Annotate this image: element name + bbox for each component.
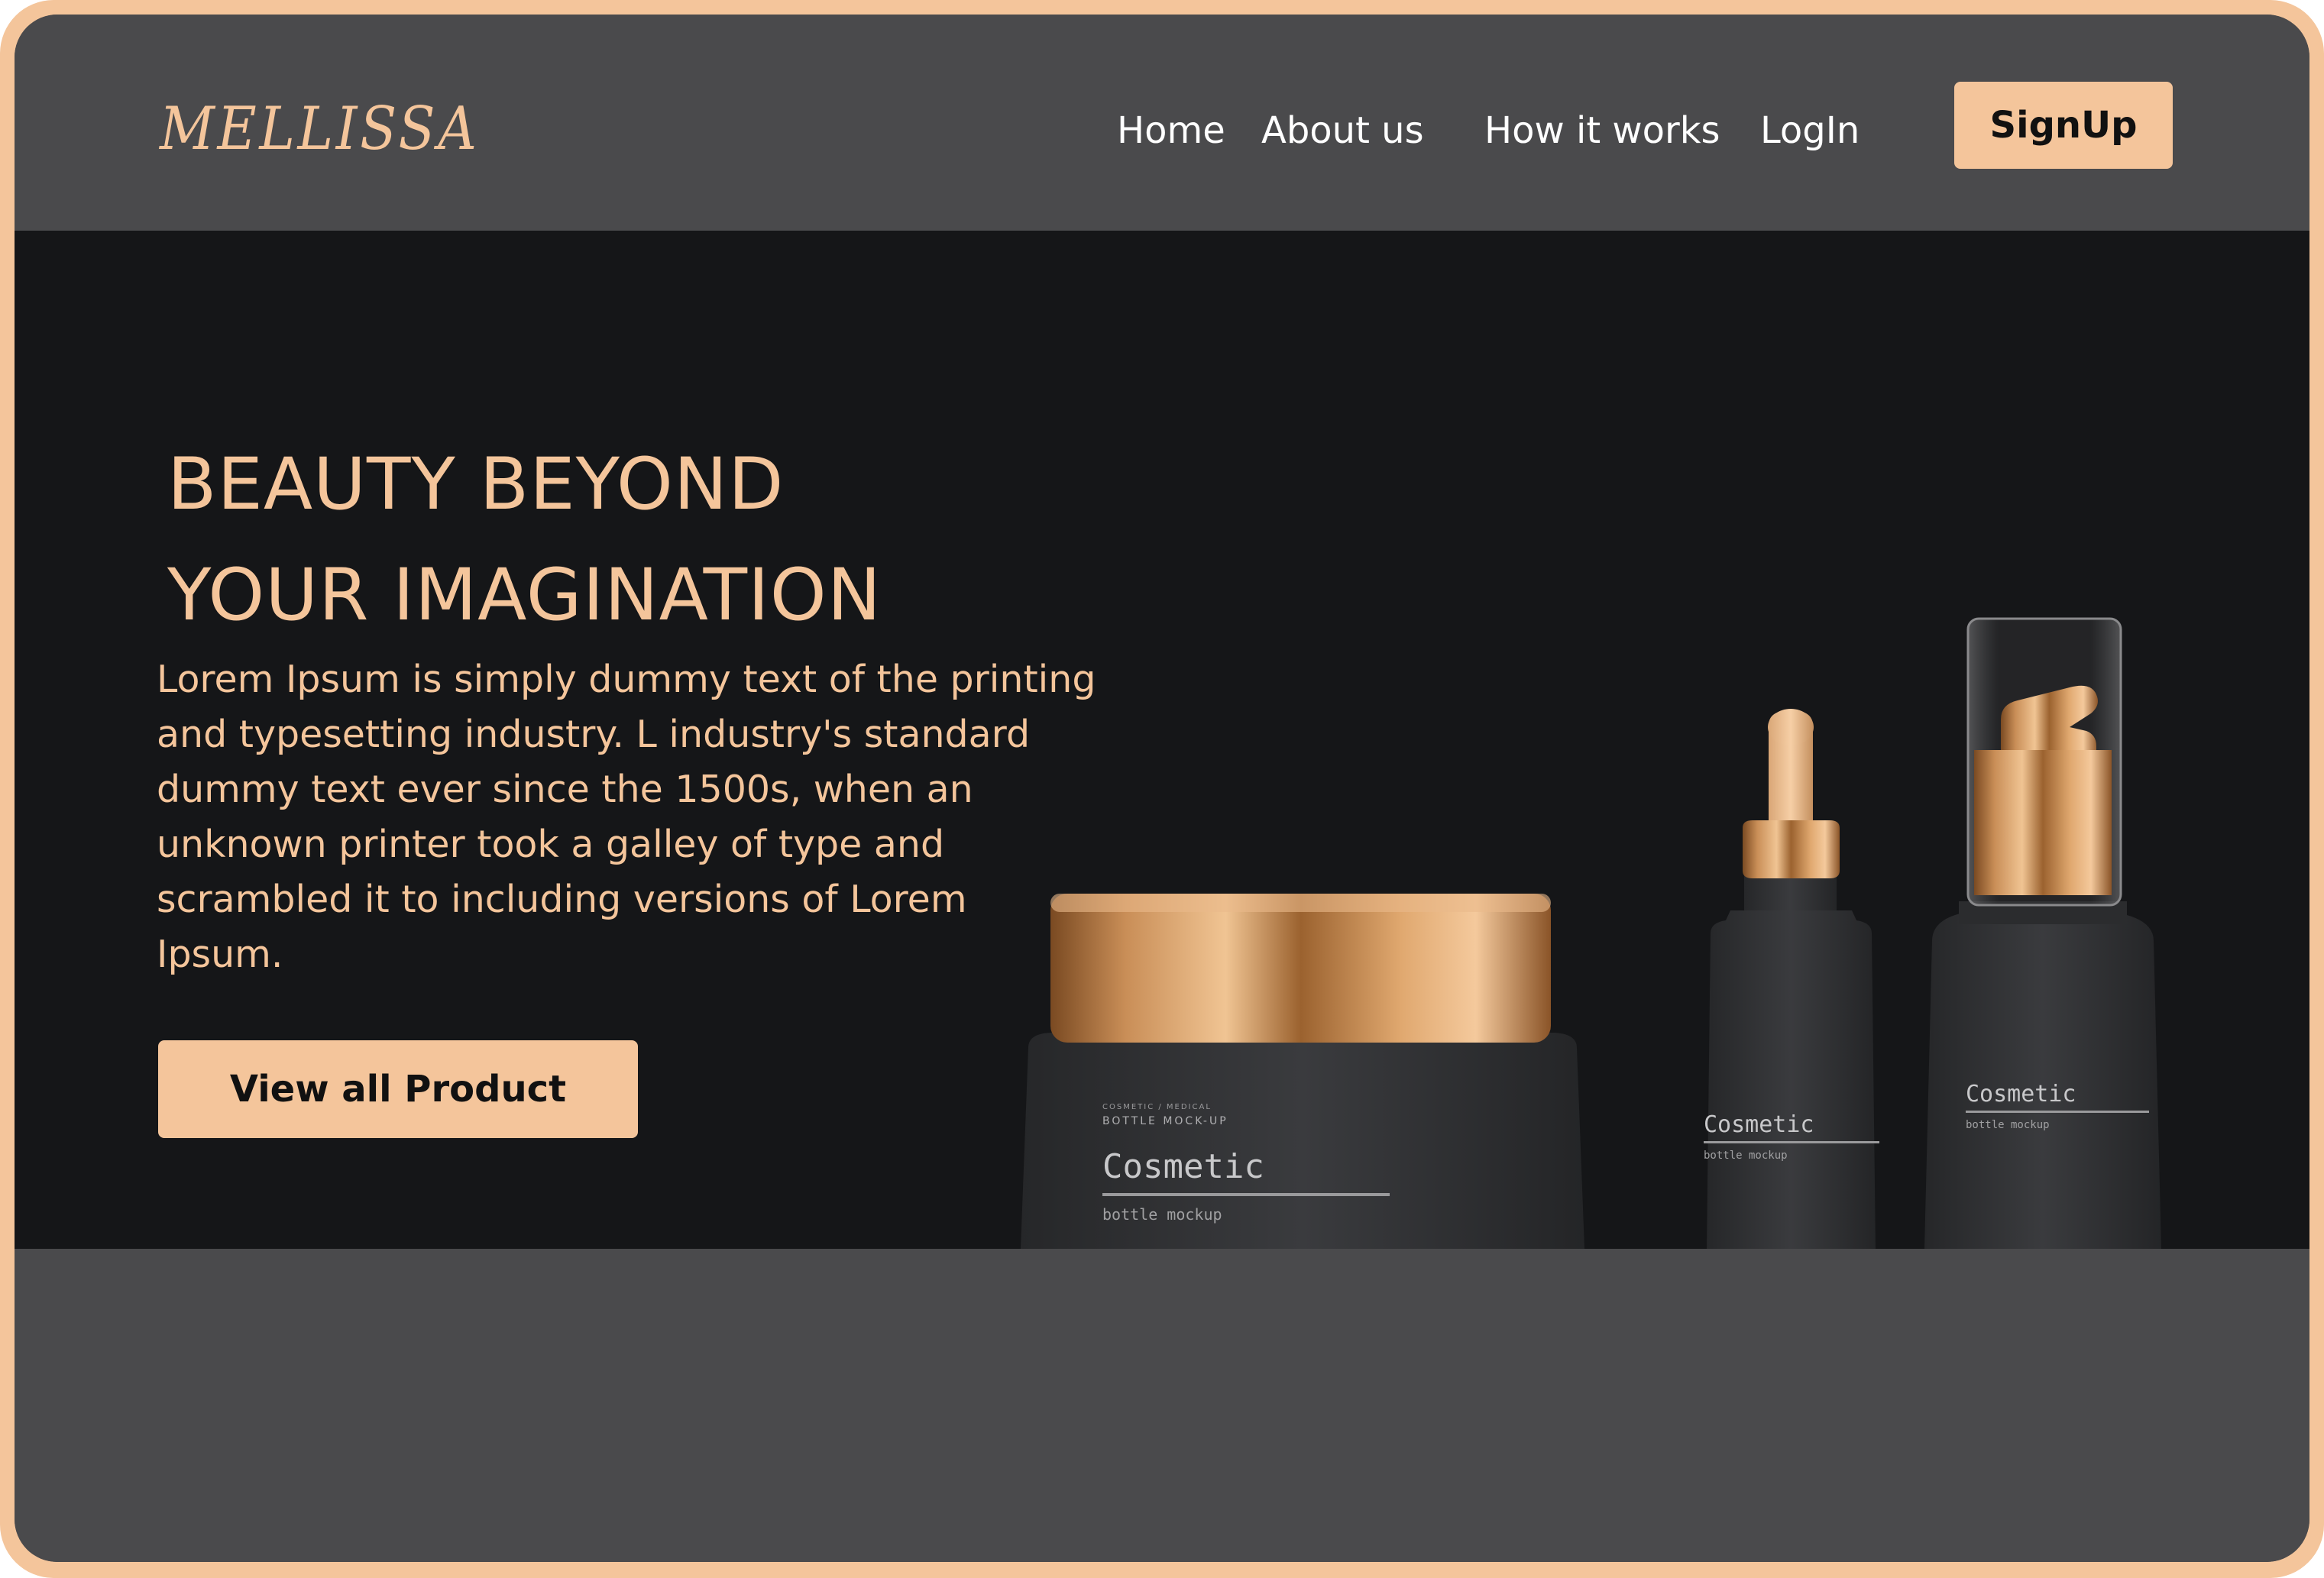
jar-label-sub: BOTTLE MOCK-UP [1102, 1115, 1228, 1127]
product-image: COSMETIC / MEDICAL BOTTLE MOCK-UP Cosmet… [1021, 617, 2161, 1249]
dropper-label-caption: bottle mockup [1704, 1150, 1788, 1162]
browser-screen: MELLISSA Home About us How it works LogI… [15, 15, 2309, 1562]
nav-how-it-works[interactable]: How it works [1484, 109, 1720, 152]
pump-label-caption: bottle mockup [1966, 1119, 2050, 1131]
pump-bottle: Cosmetic bottle mockup [1924, 617, 2161, 1249]
device-frame: MELLISSA Home About us How it works LogI… [0, 0, 2324, 1578]
jar-label-top: COSMETIC / MEDICAL [1102, 1103, 1212, 1111]
nav-home[interactable]: Home [1117, 109, 1225, 152]
jar-label-main: Cosmetic [1102, 1147, 1264, 1186]
hero-section: BEAUTY BEYOND YOUR IMAGINATION Lorem Ips… [15, 231, 2309, 1249]
pump-label-main: Cosmetic [1966, 1081, 2076, 1108]
site-header: MELLISSA Home About us How it works LogI… [15, 15, 2309, 231]
dropper-label-main: Cosmetic [1704, 1111, 1814, 1138]
brand-logo[interactable]: MELLISSA [160, 95, 480, 163]
nav-login[interactable]: LogIn [1760, 109, 1860, 152]
cosmetic-jar: COSMETIC / MEDICAL BOTTLE MOCK-UP Cosmet… [1021, 894, 1584, 1249]
jar-label-caption: bottle mockup [1102, 1205, 1222, 1224]
dropper-bottle: Cosmetic bottle mockup [1704, 709, 1879, 1249]
nav-about-us[interactable]: About us [1261, 109, 1424, 152]
signup-button[interactable]: SignUp [1954, 82, 2173, 169]
bottom-section [15, 1249, 2309, 1562]
